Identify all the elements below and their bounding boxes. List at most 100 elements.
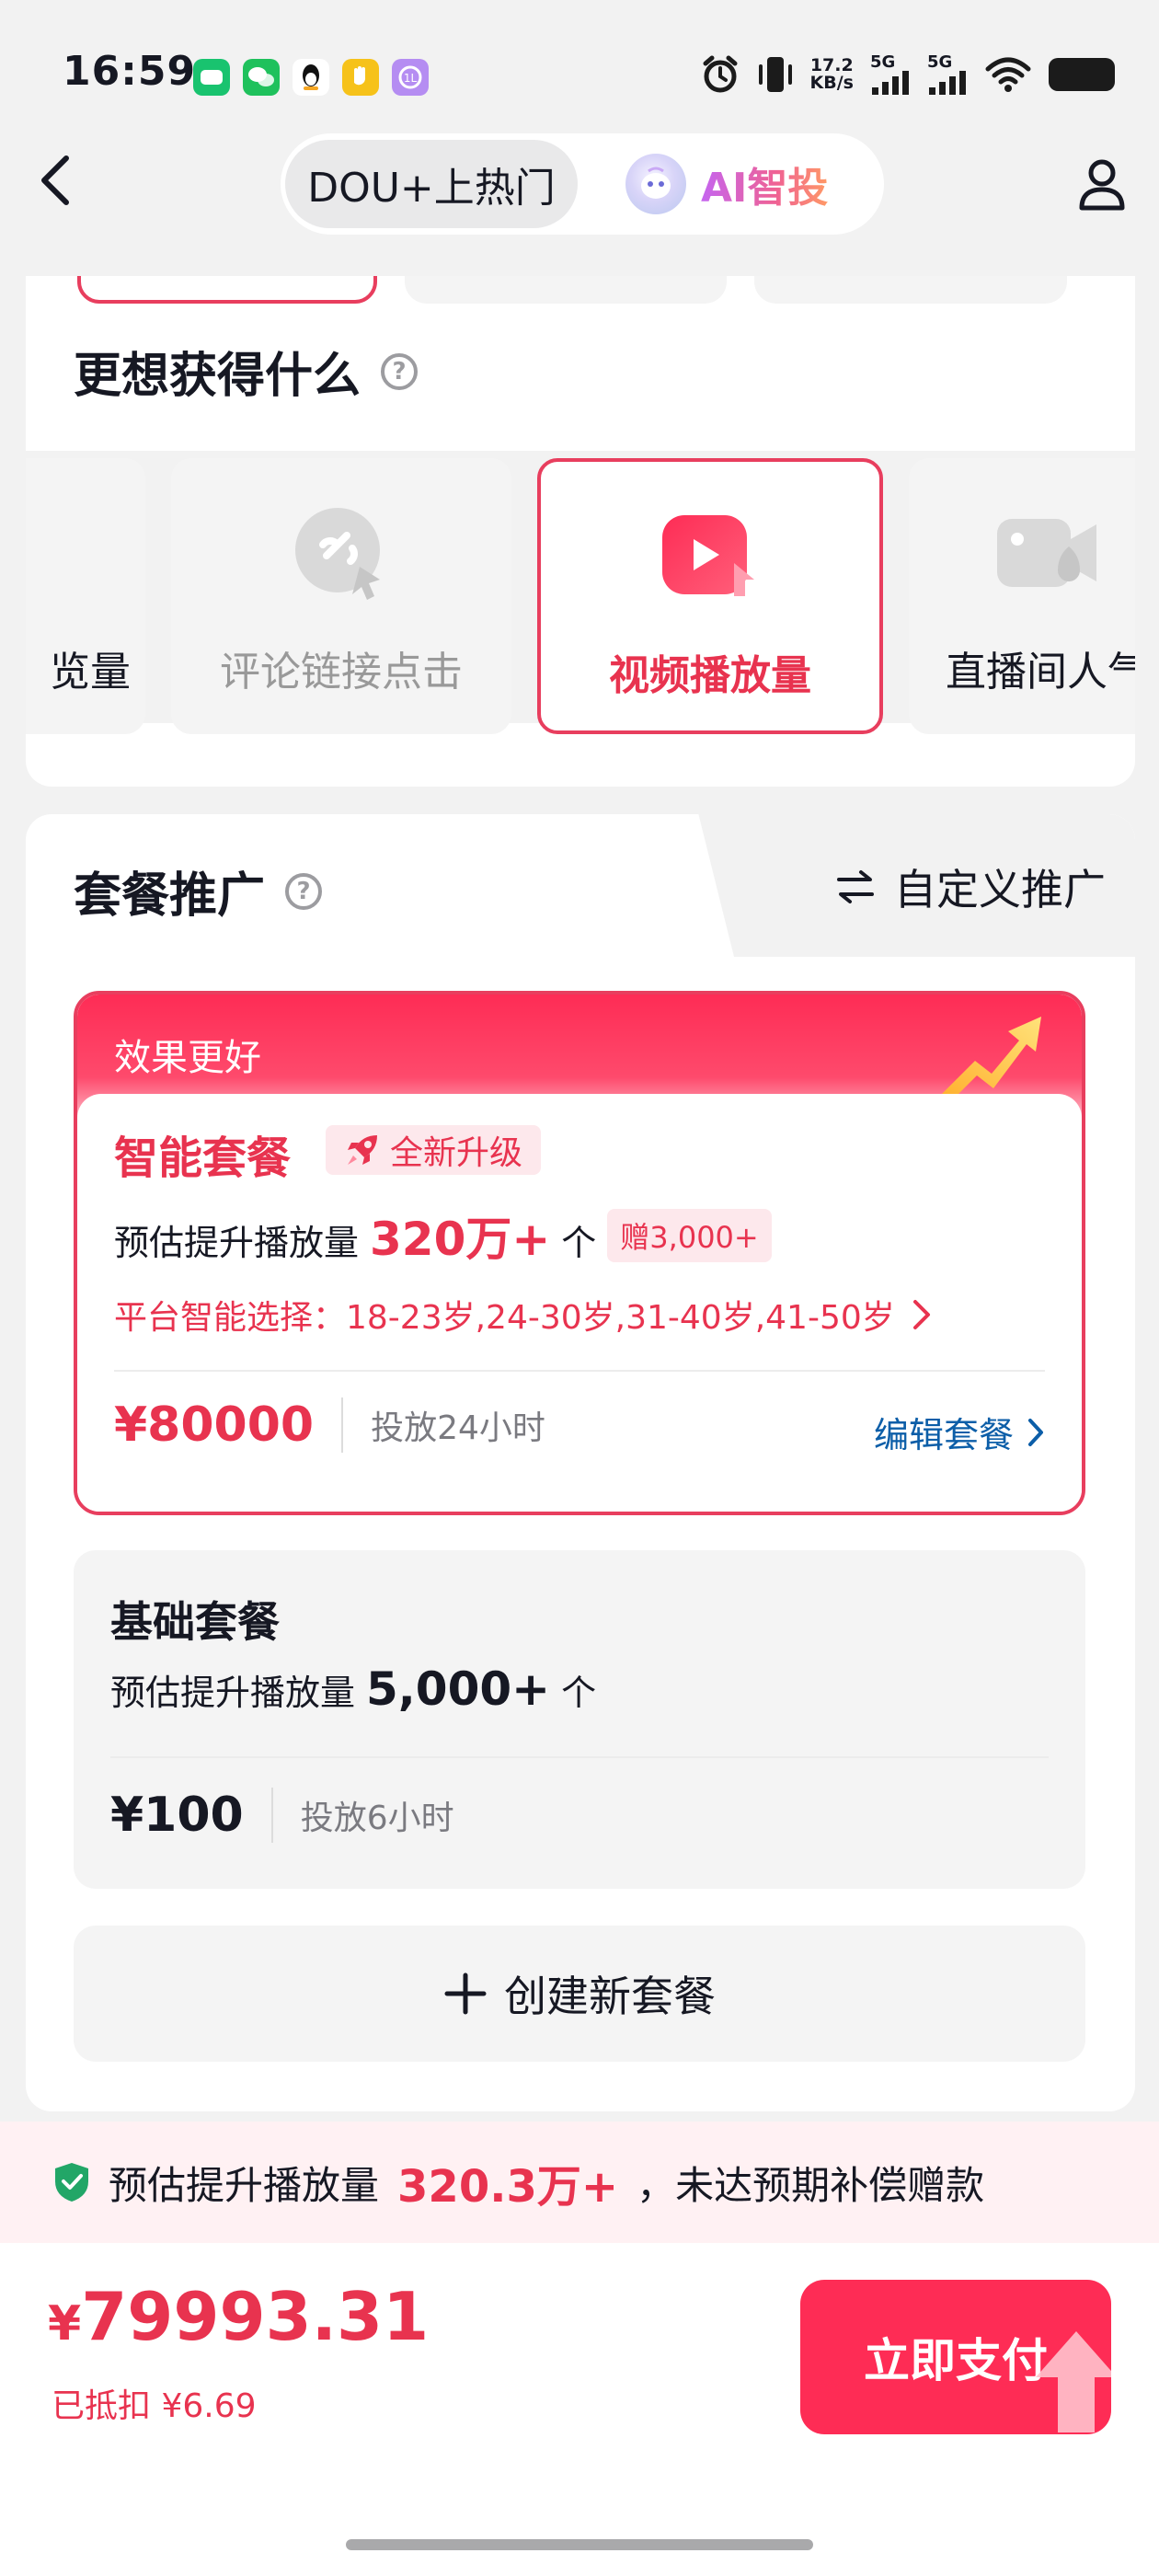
edit-package-label: 编辑套餐 — [873, 1415, 1014, 1455]
estimate-unit: 个 — [561, 1223, 597, 1263]
goal-options-strip: 览量 评论链接点击 视频播放量 直播间人气 — [26, 451, 1135, 734]
smart-duration: 投放24小时 — [371, 1409, 545, 1447]
goal-option-label: 评论链接点击 — [220, 649, 463, 696]
estimate-value: 5,000+ — [366, 1662, 551, 1716]
vibrate-icon — [758, 57, 792, 92]
wechat-icon — [243, 59, 280, 96]
create-package-label: 创建新套餐 — [504, 1972, 716, 2021]
back-arrow-icon[interactable] — [35, 153, 75, 208]
wifi-icon — [985, 57, 1031, 92]
estimate-label: 预估提升播放量 — [110, 1673, 356, 1713]
arrow-up-icon — [1036, 2331, 1111, 2432]
package-card: 套餐推广 ? 自定义推广 效果更好 智能套餐 全新升级 预估提升播放量 320万… — [26, 814, 1135, 2111]
basic-estimate: 预估提升播放量 5,000+ 个 — [110, 1662, 596, 1716]
custom-tab-content: 自定义推广 — [835, 857, 1106, 917]
basic-duration: 投放6小时 — [300, 1800, 454, 1837]
tab-ai-delivery[interactable]: AI智投 — [625, 140, 828, 228]
net-speed: 17.2 KB/s — [810, 57, 854, 92]
shield-check-icon — [55, 2163, 88, 2202]
basic-price-row: ¥100 投放6小时 — [110, 1788, 454, 1843]
ai-mascot-icon — [625, 154, 686, 214]
home-indicator[interactable] — [346, 2539, 813, 2550]
platform-text: 平台智能选择：18-23岁,24-30岁,31-40岁,41-50岁 — [114, 1299, 895, 1337]
goal-option-comment-link[interactable]: 评论链接点击 — [171, 458, 511, 734]
deduction-text: 已抵扣 ¥6.69 — [52, 2387, 257, 2425]
guarantee-tail: ，未达预期补偿赠款 — [637, 2162, 985, 2208]
pay-now-button[interactable]: 立即支付 — [800, 2280, 1111, 2434]
smart-estimate: 预估提升播放量 320万+ 个 赠3,000+ — [114, 1202, 772, 1269]
status-app-icons: 1L — [193, 59, 429, 96]
goal-option-label: 视频播放量 — [609, 652, 811, 699]
total-price: ¥79993.31 — [48, 2278, 429, 2355]
smart-package-option[interactable]: 效果更好 智能套餐 全新升级 预估提升播放量 320万+ 个 赠3,000+ 平… — [74, 991, 1085, 1515]
sim2-label: 5G — [927, 52, 953, 72]
package-title-text: 套餐推广 — [74, 868, 266, 924]
tab-dou-hot[interactable]: DOU+上热门 — [285, 140, 578, 228]
smart-header-label: 效果更好 — [114, 1037, 261, 1079]
guarantee-value: 320.3万+ — [397, 2161, 619, 2213]
alarm-icon — [703, 55, 738, 93]
goal-title-text: 更想获得什么 — [74, 349, 361, 404]
estimate-unit: 个 — [561, 1673, 597, 1713]
estimate-value: 320万+ — [370, 1213, 551, 1266]
signal-icon — [929, 71, 966, 95]
status-bar: 16:59 1L 17.2 KB/s 5G 5G — [0, 0, 1159, 138]
divider — [110, 1756, 1049, 1758]
edit-package-link[interactable]: 编辑套餐 — [874, 1407, 1045, 1457]
pay-now-label: 立即支付 — [864, 2334, 1048, 2387]
platform-age-selection[interactable]: 平台智能选择：18-23岁,24-30岁,31-40岁,41-50岁 — [114, 1291, 932, 1339]
swap-icon — [837, 870, 874, 903]
divider — [270, 1788, 273, 1843]
estimate-label: 预估提升播放量 — [114, 1223, 360, 1263]
peek-option[interactable] — [405, 276, 727, 304]
link-click-icon — [295, 508, 380, 600]
help-icon[interactable]: ? — [285, 872, 323, 910]
user-profile-icon[interactable] — [1076, 156, 1128, 212]
rocket-icon — [348, 1135, 377, 1165]
goal-section-title: 更想获得什么 ? — [74, 337, 419, 406]
peek-option[interactable] — [754, 276, 1067, 304]
trend-arrow-icon — [940, 1017, 1041, 1099]
goal-card: 更想获得什么 ? 览量 评论链接点击 视频播放量 直播间人气 — [26, 276, 1135, 787]
chevron-right-icon — [912, 1300, 930, 1329]
signal-sim1: 5G — [870, 54, 911, 95]
smart-package-body: 智能套餐 全新升级 预估提升播放量 320万+ 个 赠3,000+ 平台智能选择… — [77, 1094, 1082, 1512]
video-play-icon — [662, 515, 754, 596]
goal-option-video-plays[interactable]: 视频播放量 — [537, 458, 883, 734]
create-package-button[interactable]: 创建新套餐 — [74, 1926, 1085, 2062]
basic-package-option[interactable]: 基础套餐 预估提升播放量 5,000+ 个 ¥100 投放6小时 — [74, 1550, 1085, 1889]
help-icon[interactable]: ? — [381, 352, 419, 390]
sim1-label: 5G — [870, 52, 896, 72]
tab-ai-label: AI智投 — [701, 155, 828, 213]
plus-icon — [444, 1972, 487, 2015]
peek-option-selected[interactable] — [77, 276, 377, 304]
goal-option-label: 览量 — [50, 649, 131, 696]
basic-package-name: 基础套餐 — [110, 1597, 280, 1647]
qq-icon — [293, 59, 329, 96]
basic-price: ¥100 — [110, 1788, 244, 1843]
goal-option-views[interactable]: 览量 — [26, 458, 145, 734]
chevron-right-icon — [1028, 1418, 1043, 1446]
checkout-bar: ¥79993.31 已抵扣 ¥6.69 立即支付 — [0, 2243, 1159, 2576]
package-header: 套餐推广 ? 自定义推广 — [26, 814, 1135, 957]
status-time: 16:59 — [63, 48, 197, 95]
smart-price: ¥80000 — [114, 1397, 315, 1453]
goal-option-label: 直播间人气 — [946, 649, 1135, 696]
divider — [341, 1397, 344, 1453]
upgrade-badge-label: 全新升级 — [390, 1134, 523, 1172]
signal-sim2: 5G — [927, 54, 968, 95]
signal-icon — [872, 71, 909, 95]
live-camera-icon — [997, 519, 1096, 587]
svg-text:1L: 1L — [404, 72, 418, 85]
chat-app-icon — [193, 59, 230, 96]
guarantee-bar: 预估提升播放量 320.3万+ ，未达预期补偿赠款 — [0, 2122, 1159, 2243]
net-speed-unit: KB/s — [809, 73, 854, 93]
battery-icon — [1049, 58, 1115, 91]
custom-tab-label: 自定义推广 — [894, 865, 1106, 914]
custom-promotion-tab[interactable]: 自定义推广 — [762, 814, 1135, 957]
scrolled-options-peek — [26, 276, 1135, 304]
hand-app-icon — [342, 59, 379, 96]
currency-symbol: ¥ — [48, 2296, 82, 2352]
goal-option-live-popularity[interactable]: 直播间人气 — [909, 458, 1135, 734]
gift-badge: 赠3,000+ — [607, 1209, 772, 1262]
